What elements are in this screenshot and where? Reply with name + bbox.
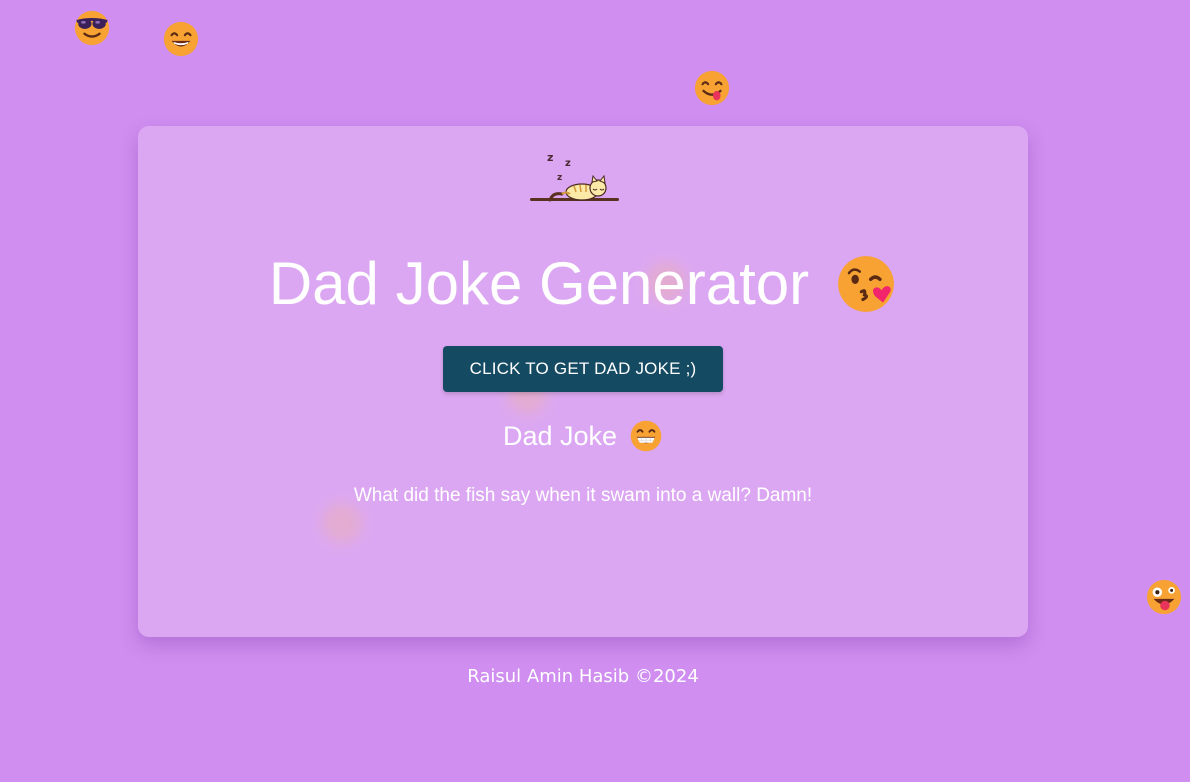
title-text: Dad Joke Generator [268, 250, 810, 317]
footer-credit: Raisul Amin Hasib ©2024 [467, 666, 699, 687]
grinning-emoji-icon [629, 419, 663, 453]
kissing-heart-emoji-icon [835, 253, 897, 315]
get-dad-joke-button[interactable]: CLICK TO GET DAD JOKE ;) [443, 346, 723, 392]
joke-card: z z z Dad Joke Generator CLICK TO GET DA… [138, 126, 1028, 637]
sunglasses-emoji-icon [73, 9, 111, 47]
zzz-text: z [557, 173, 562, 183]
joke-heading-text: Dad Joke [502, 421, 618, 451]
yummy-face-emoji-icon [693, 69, 731, 107]
joke-heading: Dad Joke [138, 416, 1028, 456]
zzz-text: z [547, 151, 553, 164]
sleeping-cat-icon: z z z [530, 148, 620, 206]
joke-text: What did the fish say when it swam into … [353, 485, 813, 506]
page-title: Dad Joke Generator [138, 249, 1028, 319]
smiling-emoji-icon [162, 20, 200, 58]
zany-face-emoji-icon [1145, 578, 1183, 616]
zzz-text: z [565, 158, 571, 169]
